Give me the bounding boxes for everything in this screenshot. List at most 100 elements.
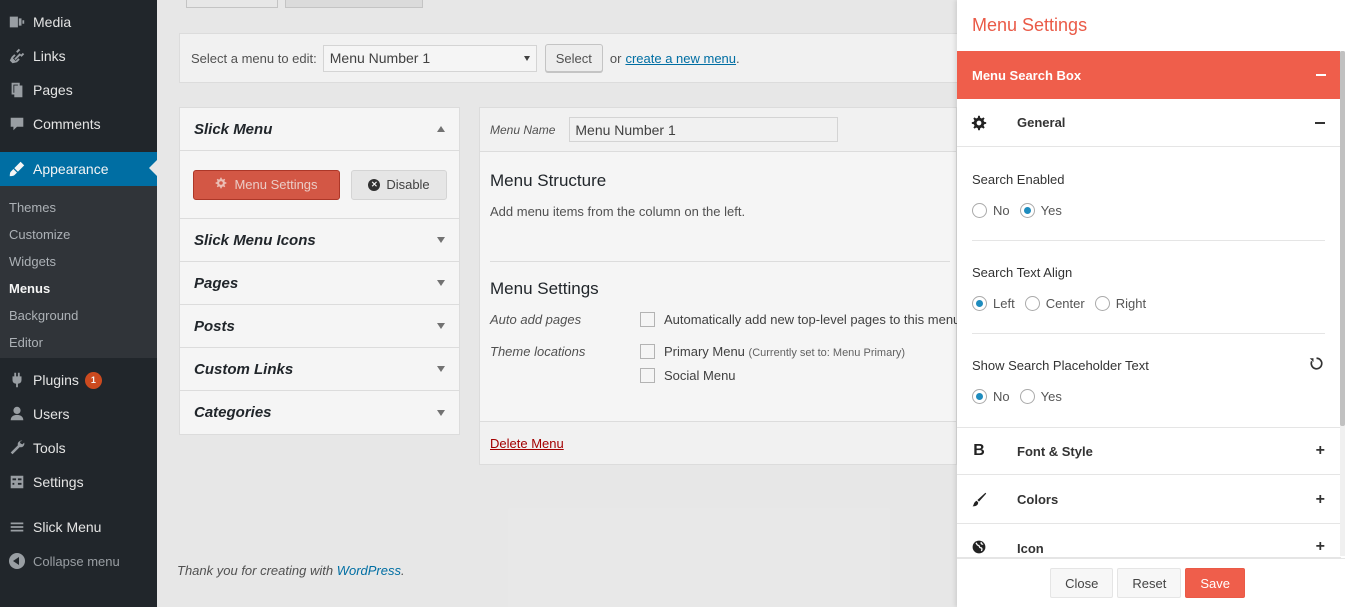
submenu-item-customize[interactable]: Customize bbox=[9, 227, 70, 242]
search-enabled-label: Search Enabled bbox=[972, 172, 1065, 187]
search-enabled-yes[interactable]: Yes bbox=[1019, 203, 1062, 218]
auto-add-checkbox[interactable] bbox=[640, 312, 655, 327]
sidebar-item-media[interactable]: Media bbox=[0, 5, 157, 39]
collapse-icon bbox=[0, 553, 33, 569]
section-general[interactable]: General bbox=[957, 99, 1341, 147]
menu-settings-title: Menu Settings bbox=[490, 279, 599, 298]
reset-button[interactable]: Reset bbox=[1117, 568, 1182, 598]
menu-settings-button[interactable]: Menu Settings bbox=[193, 169, 340, 200]
search-enabled-no[interactable]: No bbox=[972, 203, 1010, 218]
radio-button[interactable] bbox=[972, 389, 987, 404]
accordion-slick-menu[interactable]: Slick Menu bbox=[180, 108, 459, 151]
chevron-down-icon bbox=[437, 366, 445, 372]
sidebar-item-appearance[interactable]: Appearance bbox=[0, 152, 157, 186]
menu-name-input[interactable]: Menu Number 1 bbox=[569, 117, 839, 142]
radio-button[interactable] bbox=[1024, 296, 1040, 311]
expand-plus-icon[interactable]: + bbox=[1316, 442, 1325, 460]
accordion-pages[interactable]: Pages bbox=[180, 262, 459, 305]
sidebar-item-pages[interactable]: Pages bbox=[0, 73, 157, 107]
social-menu-option[interactable]: Social Menu bbox=[640, 368, 736, 383]
accordion-custom-links[interactable]: Custom Links bbox=[180, 348, 459, 391]
sidebar-item-plugins[interactable]: Plugins 1 bbox=[0, 363, 157, 397]
create-new-menu-link[interactable]: create a new menu bbox=[625, 51, 736, 66]
chevron-down-icon bbox=[437, 323, 445, 329]
expand-plus-icon[interactable]: + bbox=[1316, 491, 1325, 509]
section-icon[interactable]: Icon + bbox=[957, 525, 1341, 558]
section-font-style[interactable]: B Font & Style + bbox=[957, 427, 1341, 475]
select-button[interactable]: Select bbox=[544, 44, 603, 72]
menu-search-box-header[interactable]: Menu Search Box bbox=[957, 51, 1341, 99]
select-menu-label: Select a menu to edit: bbox=[191, 50, 317, 66]
collapse-minus-icon[interactable] bbox=[1316, 74, 1326, 76]
tab-manage-locations[interactable] bbox=[285, 0, 423, 8]
close-button[interactable]: Close bbox=[1050, 568, 1114, 598]
radio-button[interactable] bbox=[972, 203, 987, 218]
text-align-center[interactable]: Center bbox=[1024, 296, 1085, 311]
menu-settings-label: Menu Settings bbox=[234, 177, 318, 192]
collapse-menu-button[interactable]: Collapse menu bbox=[0, 544, 157, 578]
media-icon bbox=[0, 13, 33, 31]
chevron-up-icon bbox=[437, 126, 445, 132]
reset-icon[interactable] bbox=[1309, 356, 1324, 374]
radio-button[interactable] bbox=[1094, 296, 1110, 311]
sidebar-item-settings[interactable]: Settings bbox=[0, 465, 157, 499]
accordion-slick-menu-icons[interactable]: Slick Menu Icons bbox=[180, 219, 459, 262]
search-text-align-radios: Left Center Right bbox=[972, 296, 1156, 311]
auto-add-pages-option[interactable]: Automatically add new top-level pages to… bbox=[640, 312, 960, 327]
menu-structure-hint: Add menu items from the column on the le… bbox=[490, 204, 746, 219]
accordion-title: Categories bbox=[194, 404, 272, 421]
submenu-item-editor[interactable]: Editor bbox=[9, 335, 43, 350]
delete-menu-link[interactable]: Delete Menu bbox=[490, 436, 564, 451]
tab-edit-menus[interactable] bbox=[186, 0, 278, 8]
search-text-align-label: Search Text Align bbox=[972, 265, 1073, 280]
divider bbox=[972, 333, 1325, 334]
scrollbar-thumb[interactable] bbox=[1340, 51, 1345, 426]
menu-editor: Menu Name Menu Number 1 Menu Structure A… bbox=[479, 107, 960, 465]
sidebar-item-label: Plugins bbox=[33, 372, 79, 388]
menu-editor-footer: Delete Menu bbox=[480, 421, 956, 464]
sidebar-item-users[interactable]: Users bbox=[0, 397, 157, 431]
primary-menu-label: Primary Menu bbox=[664, 344, 745, 359]
save-button[interactable]: Save bbox=[1185, 568, 1245, 598]
radio-button[interactable] bbox=[1019, 203, 1035, 218]
sidebar-item-comments[interactable]: Comments bbox=[0, 107, 157, 141]
manage-menus-bar: Select a menu to edit: Menu Number 1 Sel… bbox=[179, 33, 979, 83]
radio-button[interactable] bbox=[1019, 389, 1035, 404]
submenu-item-widgets[interactable]: Widgets bbox=[9, 254, 56, 269]
radio-button[interactable] bbox=[972, 296, 987, 311]
text-align-left[interactable]: Left bbox=[972, 296, 1015, 311]
panel-footer: Close Reset Save bbox=[957, 558, 1345, 607]
wordpress-link[interactable]: WordPress bbox=[337, 563, 401, 578]
sidebar-item-links[interactable]: Links bbox=[0, 39, 157, 73]
expand-plus-icon[interactable]: + bbox=[1316, 538, 1325, 556]
sidebar-item-slick-menu[interactable]: Slick Menu bbox=[0, 510, 157, 544]
disable-button[interactable]: ✕ Disable bbox=[351, 169, 447, 200]
social-menu-checkbox[interactable] bbox=[640, 368, 655, 383]
accordion-categories[interactable]: Categories bbox=[180, 391, 459, 434]
primary-menu-option[interactable]: Primary Menu (Currently set to: Menu Pri… bbox=[640, 344, 905, 359]
sidebar-item-label: Pages bbox=[33, 82, 73, 98]
divider bbox=[972, 240, 1325, 241]
accordion-title: Posts bbox=[194, 317, 235, 335]
text-align-right[interactable]: Right bbox=[1094, 296, 1146, 311]
chevron-down-icon bbox=[437, 280, 445, 286]
submenu-item-background[interactable]: Background bbox=[9, 308, 78, 323]
radio-label: Yes bbox=[1040, 389, 1062, 404]
divider bbox=[490, 261, 950, 262]
section-colors[interactable]: Colors + bbox=[957, 476, 1341, 524]
admin-sidebar: Media Links Pages Comments Appearance Th… bbox=[0, 0, 157, 607]
submenu-item-themes[interactable]: Themes bbox=[9, 200, 56, 215]
placeholder-yes[interactable]: Yes bbox=[1019, 389, 1062, 404]
sidebar-item-tools[interactable]: Tools bbox=[0, 431, 157, 465]
submenu-item-menus[interactable]: Menus bbox=[9, 281, 50, 296]
primary-menu-checkbox[interactable] bbox=[640, 344, 655, 359]
period-text: . bbox=[736, 50, 740, 66]
accordion-title: Custom Links bbox=[194, 360, 294, 378]
radio-label: No bbox=[993, 389, 1010, 404]
placeholder-no[interactable]: No bbox=[972, 389, 1010, 404]
collapse-minus-icon[interactable] bbox=[1315, 121, 1325, 124]
section-icon-label: Icon bbox=[1017, 541, 1044, 556]
accordion-posts[interactable]: Posts bbox=[180, 305, 459, 348]
social-menu-label: Social Menu bbox=[664, 368, 736, 383]
menu-select[interactable]: Menu Number 1 bbox=[322, 44, 537, 72]
